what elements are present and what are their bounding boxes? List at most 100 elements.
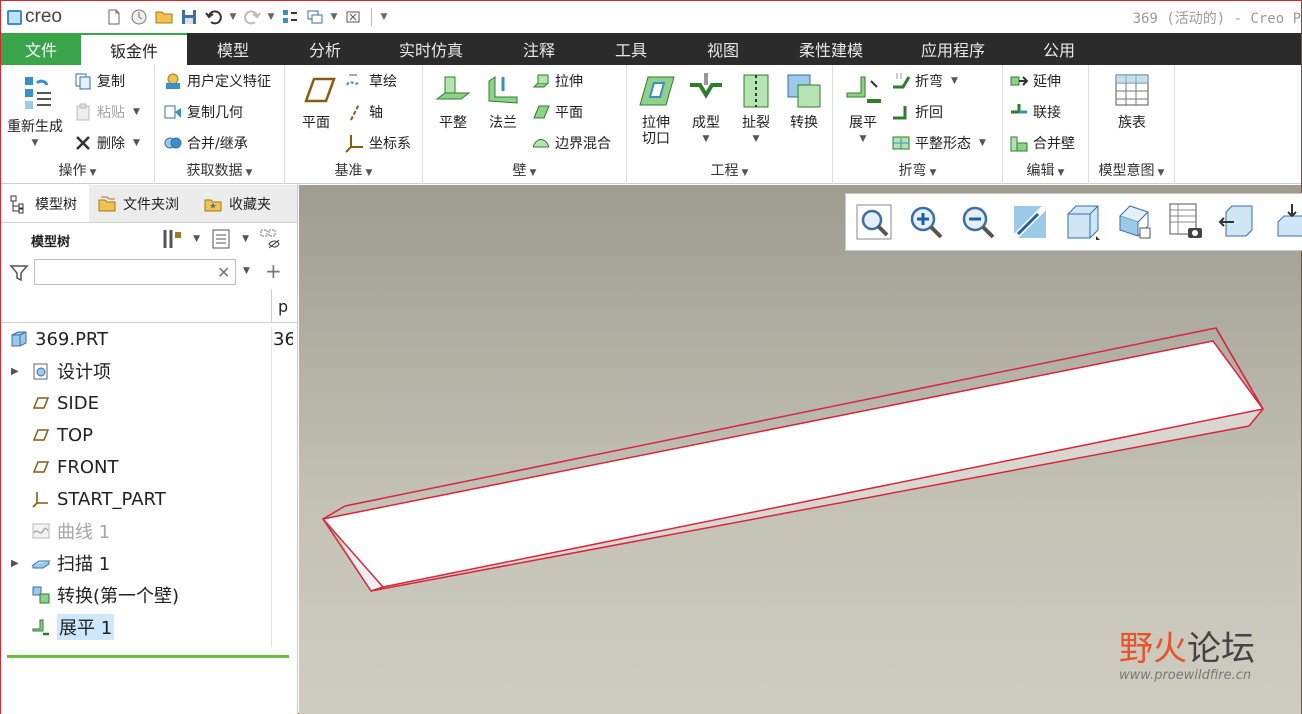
planar-wall-button[interactable]: 平整 (429, 71, 477, 131)
tab-applications[interactable]: 应用程序 (891, 33, 1015, 65)
settings-tools-icon[interactable] (161, 228, 183, 250)
filter-dropdown-icon[interactable]: ▼ (243, 266, 250, 276)
rip-button[interactable]: 扯裂 ▼ (731, 71, 781, 147)
tab-live-simulation[interactable]: 实时仿真 (371, 33, 491, 65)
spin-center-icon[interactable] (1270, 202, 1302, 242)
form-button[interactable]: 成型 ▼ (681, 71, 731, 147)
plane-wall-button[interactable]: 平面 (531, 100, 583, 124)
copy-geometry-button[interactable]: 复制几何 (163, 100, 243, 124)
open-session-icon[interactable] (128, 6, 150, 28)
clear-filter-icon[interactable]: ✕ (217, 263, 230, 282)
redo-dropdown-icon[interactable]: ▼ (266, 12, 276, 22)
perspective-view-icon[interactable] (1218, 202, 1258, 242)
column-header-p[interactable]: p (271, 289, 291, 323)
zoom-in-icon[interactable] (906, 202, 946, 242)
tree-insert-indicator[interactable] (7, 655, 289, 658)
paste-button[interactable]: 粘贴 ▼ (73, 100, 140, 124)
tab-common[interactable]: 公用 (1015, 33, 1103, 65)
refit-icon[interactable] (854, 202, 894, 242)
tree-filter-visibility-icon[interactable] (259, 228, 281, 250)
tree-item-top[interactable]: TOP (1, 419, 297, 451)
group-label-edit[interactable]: 编辑 ▼ (1003, 160, 1088, 180)
tab-folder-browser[interactable]: 文件夹浏 (89, 185, 195, 222)
save-icon[interactable] (178, 6, 200, 28)
regenerate-quick-icon[interactable] (279, 6, 301, 28)
repaint-icon[interactable] (1010, 202, 1050, 242)
customize-toolbar-icon[interactable]: ▼ (379, 12, 389, 22)
group-label-operations[interactable]: 操作 ▼ (1, 160, 154, 180)
tab-tools[interactable]: 工具 (587, 33, 675, 65)
zoom-out-icon[interactable] (958, 202, 998, 242)
sketch-button[interactable]: 草绘 (345, 69, 397, 93)
tree-item-side[interactable]: SIDE (1, 387, 297, 419)
delete-dropdown-icon[interactable]: ▼ (133, 138, 140, 148)
udf-button[interactable]: 用户定义特征 (163, 69, 271, 93)
expand-icon[interactable]: ▶ (11, 366, 25, 377)
extrude-wall-button[interactable]: 拉伸 (531, 69, 583, 93)
group-label-bend[interactable]: 折弯 ▼ (833, 160, 1002, 180)
regenerate-dropdown-icon[interactable]: ▼ (32, 135, 39, 151)
open-folder-icon[interactable] (153, 6, 175, 28)
show-dropdown-icon[interactable]: ▼ (242, 234, 249, 244)
tree-item-curve[interactable]: 曲线 1 (1, 515, 297, 547)
merge-inherit-button[interactable]: 合并/继承 (163, 131, 248, 155)
settings-dropdown-icon[interactable]: ▼ (193, 234, 200, 244)
datum-plane-button[interactable]: 平面 (291, 71, 341, 131)
paste-dropdown-icon[interactable]: ▼ (133, 107, 140, 117)
tab-analysis[interactable]: 分析 (279, 33, 371, 65)
saved-orientations-icon[interactable] (1114, 202, 1154, 242)
redo-icon[interactable] (241, 6, 263, 28)
bend-dropdown-icon[interactable]: ▼ (951, 76, 958, 86)
group-label-engineering[interactable]: 工程 ▼ (627, 160, 832, 180)
group-label-wall[interactable]: 壁 ▼ (423, 160, 626, 180)
extend-button[interactable]: 延伸 (1009, 69, 1061, 93)
group-label-datum[interactable]: 基准 ▼ (285, 160, 422, 180)
undo-dropdown-icon[interactable]: ▼ (228, 12, 238, 22)
tree-item-part[interactable]: 369.PRT 36 (1, 323, 297, 355)
group-label-get-data[interactable]: 获取数据 ▼ (155, 160, 284, 180)
unbend-dropdown-icon[interactable]: ▼ (860, 131, 867, 147)
join-button[interactable]: 联接 (1009, 100, 1061, 124)
view-manager-icon[interactable] (1166, 202, 1206, 242)
tree-item-unbend[interactable]: 展平 1 (1, 611, 297, 643)
tree-item-sweep[interactable]: ▶ 扫描 1 (1, 547, 297, 579)
axis-button[interactable]: 轴 (345, 100, 383, 124)
tab-favorites[interactable]: 收藏夹 (195, 185, 291, 222)
graphics-window[interactable]: 野火论坛 www.proewildfire.cn (299, 185, 1302, 714)
convert-button[interactable]: 转换 (779, 71, 829, 131)
tree-item-design-items[interactable]: ▶ 设计项 (1, 355, 297, 387)
tab-annotate[interactable]: 注释 (491, 33, 587, 65)
flat-state-button[interactable]: 平整形态 ▼ (891, 131, 986, 155)
tab-model-tree[interactable]: 模型树 (1, 185, 89, 222)
add-column-icon[interactable]: + (265, 259, 282, 283)
bend-button[interactable]: 折弯 ▼ (891, 69, 958, 93)
windows-dropdown-icon[interactable]: ▼ (329, 12, 339, 22)
rip-dropdown-icon[interactable]: ▼ (753, 131, 760, 147)
expand-icon[interactable]: ▶ (11, 558, 25, 569)
tree-search-input[interactable] (34, 259, 236, 285)
tab-sheetmetal[interactable]: 钣金件 (81, 33, 187, 65)
extrude-cut-button[interactable]: 拉伸 切口 (631, 71, 681, 147)
windows-icon[interactable] (304, 6, 326, 28)
new-file-icon[interactable] (103, 6, 125, 28)
tab-model[interactable]: 模型 (187, 33, 279, 65)
delete-button[interactable]: 删除 ▼ (73, 131, 140, 155)
tab-view[interactable]: 视图 (675, 33, 771, 65)
tab-file[interactable]: 文件 (1, 33, 81, 65)
tree-item-start-part[interactable]: START_PART (1, 483, 297, 515)
close-window-icon[interactable] (342, 6, 364, 28)
merge-walls-button[interactable]: 合并壁 (1009, 131, 1075, 155)
family-table-button[interactable]: 族表 (1107, 71, 1157, 131)
copy-button[interactable]: 复制 (73, 69, 125, 93)
group-label-model-intent[interactable]: 模型意图 ▼ (1089, 160, 1174, 180)
undo-icon[interactable] (203, 6, 225, 28)
tab-flexible-modeling[interactable]: 柔性建模 (771, 33, 891, 65)
filter-icon[interactable] (9, 263, 29, 283)
display-style-icon[interactable] (1062, 202, 1102, 242)
unbend-button[interactable]: 展平 ▼ (837, 71, 889, 147)
bend-back-button[interactable]: 折回 (891, 100, 943, 124)
show-list-icon[interactable] (210, 228, 232, 250)
tree-item-convert-first-wall[interactable]: 转换(第一个壁) (1, 579, 297, 611)
boundary-blend-button[interactable]: 边界混合 (531, 131, 611, 155)
csys-button[interactable]: 坐标系 (345, 131, 411, 155)
